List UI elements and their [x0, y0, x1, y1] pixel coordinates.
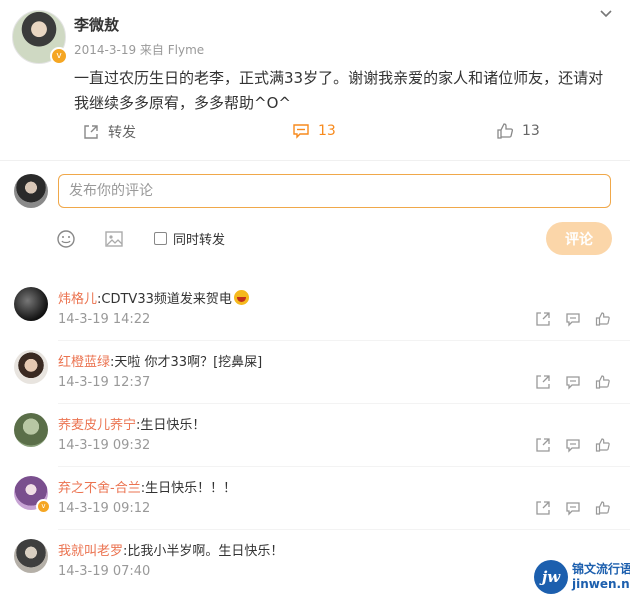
commenter-name[interactable]: 弃之不舍-合兰	[58, 481, 141, 496]
share-icon[interactable]	[535, 437, 551, 453]
commenter-avatar[interactable]	[14, 287, 48, 321]
chevron-down-icon[interactable]	[598, 6, 614, 22]
comment-separator	[58, 340, 630, 341]
comment-text: :生日快乐！！！	[140, 481, 237, 496]
like-icon	[497, 123, 513, 139]
comment-time: 14-3-19 09:32	[58, 438, 151, 453]
comment-text: :CDTV33频道发来贺电	[97, 292, 232, 307]
watermark-logo: jw	[534, 560, 568, 594]
share-label: 转发	[108, 125, 136, 141]
repost-checkbox[interactable]: 同时转发	[154, 229, 225, 248]
comment-separator	[58, 466, 630, 467]
emoji-icon[interactable]	[56, 229, 76, 249]
comment-text: :天啦 你才33啊？[挖鼻屎]	[110, 355, 263, 370]
commenter-name[interactable]: 我就叫老罗	[58, 544, 123, 559]
share-icon[interactable]	[535, 374, 551, 390]
comment-line: 红橙蓝绿:天啦 你才33啊？[挖鼻屎]	[58, 351, 262, 370]
watermark-url: jinwen.net	[572, 577, 630, 591]
comment-text: :生日快乐！	[136, 418, 206, 433]
comment-line: 炜格儿:CDTV33频道发来贺电	[58, 288, 249, 307]
comment-time: 14-3-19 09:12	[58, 501, 151, 516]
commenter-avatar[interactable]	[14, 413, 48, 447]
commenter-avatar[interactable]	[14, 539, 48, 573]
author-name[interactable]: 李微敖	[74, 14, 119, 35]
share-icon[interactable]	[535, 311, 551, 327]
commenter-name[interactable]: 炜格儿	[58, 292, 97, 307]
like-count: 13	[522, 123, 540, 139]
checkbox-box[interactable]	[154, 232, 167, 245]
verified-icon: v	[36, 499, 51, 514]
comment-icon[interactable]	[565, 500, 581, 516]
comment-text: :比我小半岁啊。生日快乐！	[123, 544, 284, 559]
current-user-avatar	[14, 174, 48, 208]
comment-icon[interactable]	[565, 311, 581, 327]
comment-actions	[535, 437, 611, 453]
comment-actions	[535, 374, 611, 390]
comment-button[interactable]: 13	[292, 122, 336, 140]
commenter-name[interactable]: 红橙蓝绿	[58, 355, 110, 370]
like-icon[interactable]	[595, 311, 611, 327]
like-button[interactable]: 13	[496, 122, 540, 140]
comment-actions	[535, 500, 611, 516]
comment-line: 荞麦皮儿荞宁:生日快乐！	[58, 414, 205, 433]
comment-separator	[58, 403, 630, 404]
verified-icon: v	[50, 47, 68, 65]
comment-separator	[58, 529, 630, 530]
share-button[interactable]: 转发	[82, 122, 136, 142]
laugh-emoji-icon	[233, 290, 249, 305]
submit-comment-button[interactable]: 评论	[546, 222, 612, 255]
comment-count: 13	[318, 123, 336, 139]
like-icon[interactable]	[595, 374, 611, 390]
comment-time: 14-3-19 12:37	[58, 375, 151, 390]
share-icon	[84, 125, 98, 139]
post-content: 一直过农历生日的老李，正式满33岁了。谢谢我亲爱的家人和诸位师友，还请对我继续多…	[74, 69, 604, 112]
comment-icon[interactable]	[565, 437, 581, 453]
comment-icon	[293, 124, 309, 139]
comment-input[interactable]	[58, 174, 611, 208]
like-icon[interactable]	[595, 500, 611, 516]
comment-time: 14-3-19 14:22	[58, 312, 151, 327]
commenter-name[interactable]: 荞麦皮儿荞宁	[58, 418, 136, 433]
divider	[0, 160, 630, 161]
commenter-avatar[interactable]	[14, 350, 48, 384]
repost-label: 同时转发	[173, 233, 226, 248]
comment-time: 14-3-19 07:40	[58, 564, 151, 579]
like-icon[interactable]	[595, 437, 611, 453]
post-meta: 2014-3-19 来自 Flyme	[74, 43, 205, 57]
share-icon[interactable]	[535, 500, 551, 516]
watermark: jw 锦文流行语 jinwen.net	[534, 560, 630, 594]
comment-icon[interactable]	[565, 374, 581, 390]
image-icon[interactable]	[104, 229, 124, 249]
watermark-title: 锦文流行语	[572, 562, 630, 576]
comment-line: 弃之不舍-合兰:生日快乐！！！	[58, 477, 236, 496]
comment-actions	[535, 311, 611, 327]
comment-line: 我就叫老罗:比我小半岁啊。生日快乐！	[58, 540, 283, 559]
